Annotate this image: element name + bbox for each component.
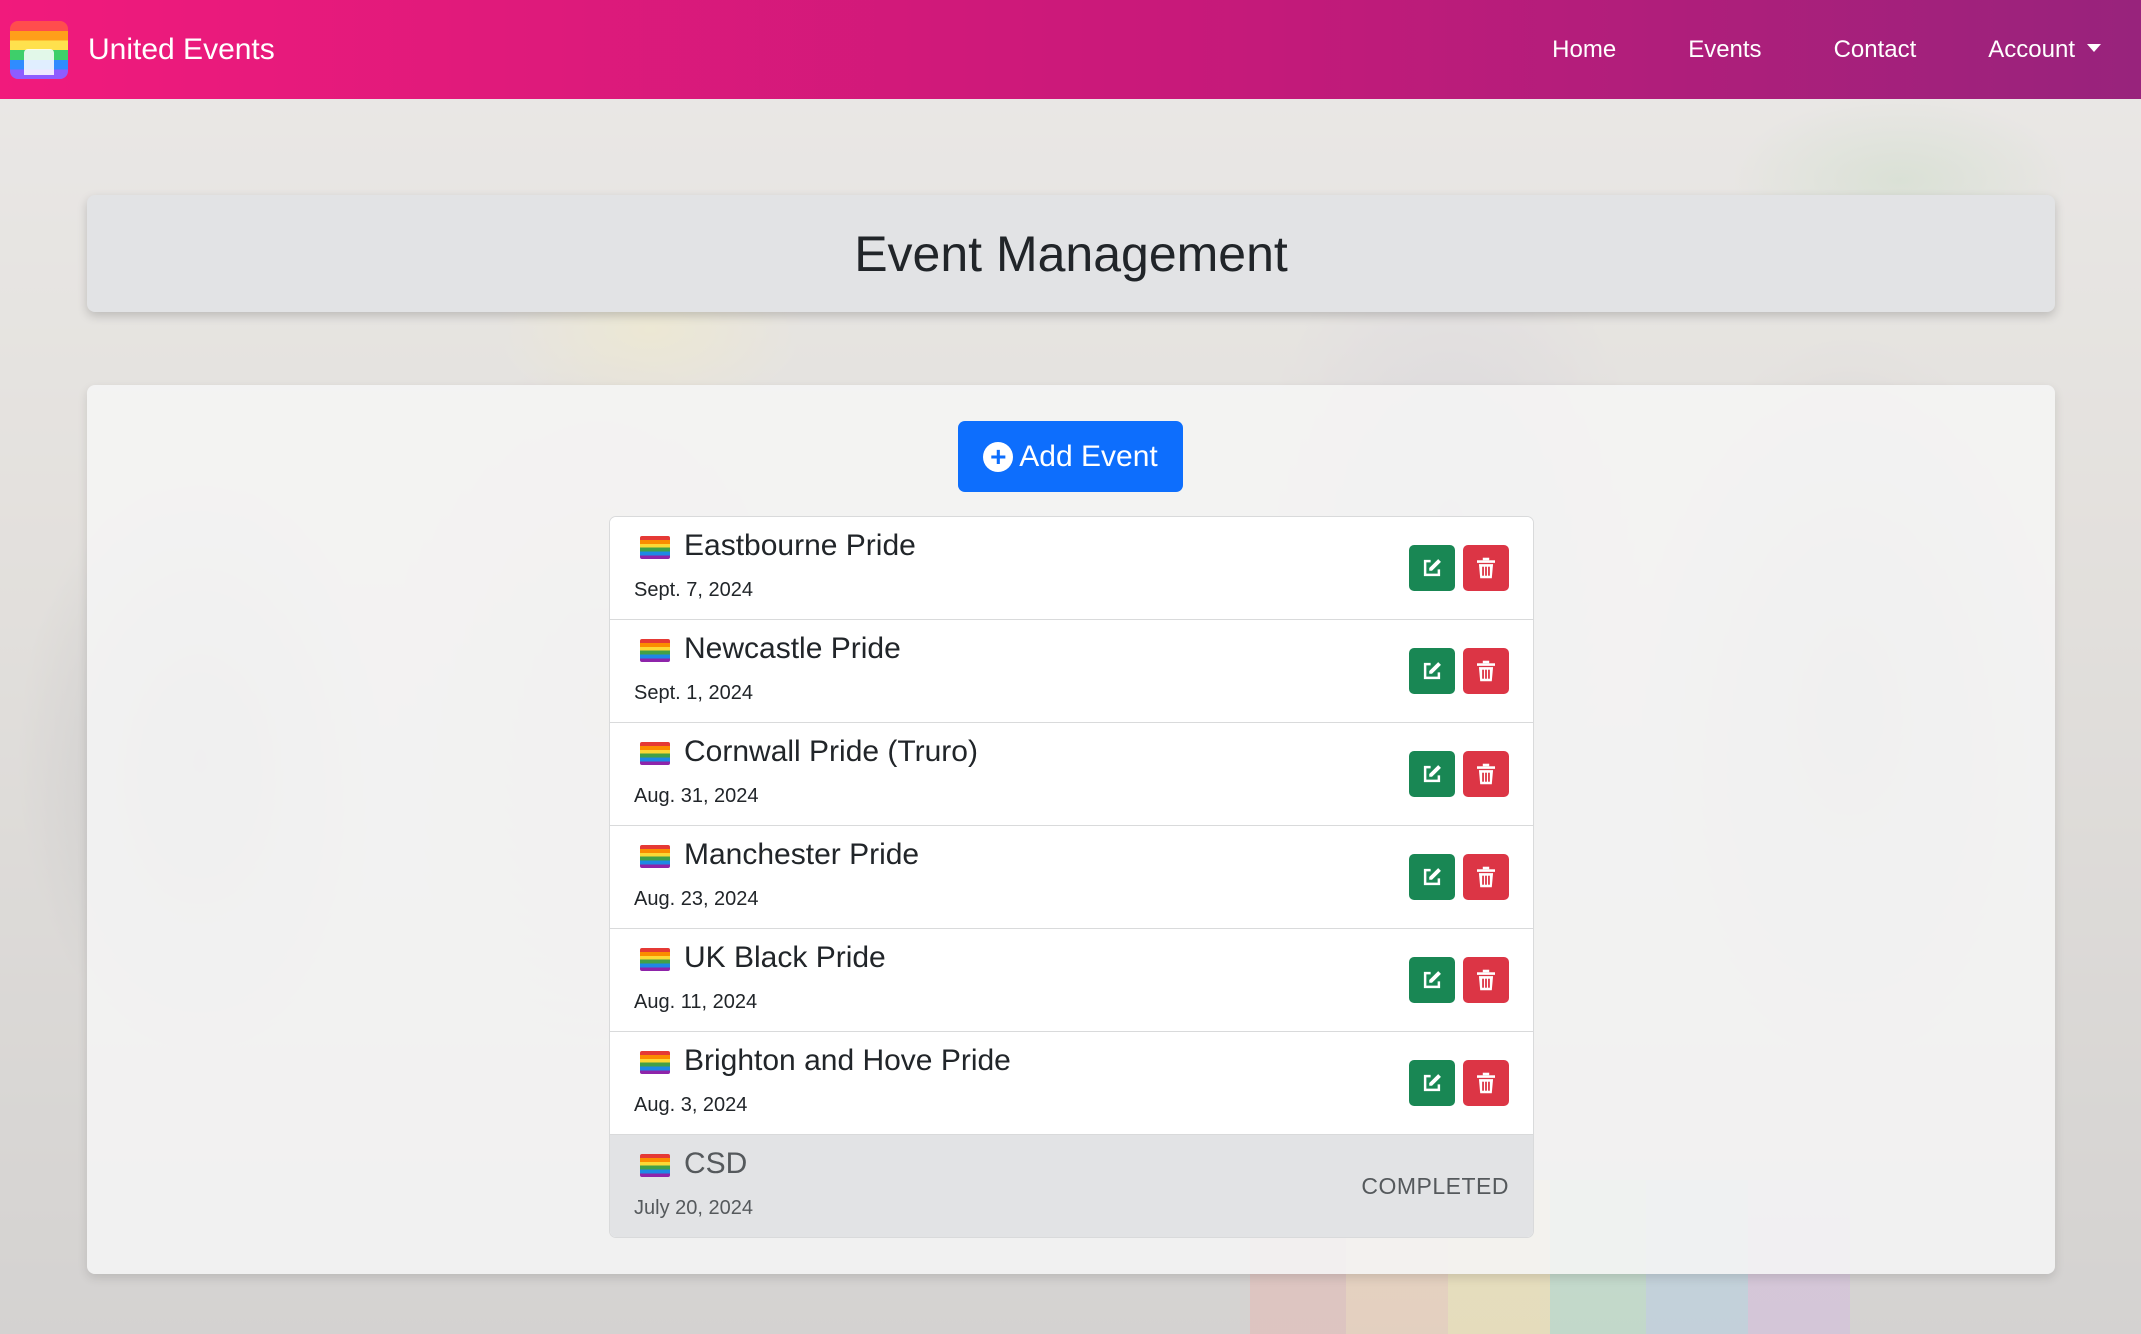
add-event-button[interactable]: + Add Event [958, 421, 1183, 492]
event-date: Aug. 3, 2024 [634, 1094, 748, 1116]
event-item: Eastbourne Pride Sept. 7, 2024 [610, 517, 1533, 620]
edit-event-button[interactable] [1409, 751, 1455, 797]
event-date: Sept. 1, 2024 [634, 682, 753, 704]
pencil-square-icon [1423, 662, 1441, 680]
page-header: Event Management [87, 195, 2055, 312]
event-title: CSD [684, 1147, 748, 1180]
trash-icon [1477, 660, 1495, 682]
rainbow-flag-icon [640, 1051, 670, 1074]
edit-event-button[interactable] [1409, 648, 1455, 694]
event-title: UK Black Pride [684, 941, 886, 974]
event-actions [1409, 545, 1509, 591]
page-title: Event Management [854, 225, 1288, 282]
status-badge: COMPLETED [1361, 1173, 1509, 1199]
edit-event-button[interactable] [1409, 1060, 1455, 1106]
pencil-square-icon [1423, 868, 1441, 886]
event-actions [1409, 957, 1509, 1003]
event-date: Sept. 7, 2024 [634, 579, 753, 601]
edit-event-button[interactable] [1409, 854, 1455, 900]
event-title: Newcastle Pride [684, 632, 901, 665]
event-actions [1409, 854, 1509, 900]
add-event-label: Add Event [1019, 439, 1158, 473]
event-item: Cornwall Pride (Truro) Aug. 31, 2024 [610, 723, 1533, 826]
brand-link[interactable]: United Events [10, 20, 275, 79]
event-item-completed: CSD July 20, 2024 COMPLETED [610, 1135, 1533, 1237]
navbar: United Events Home Events Contact Accoun… [0, 0, 2141, 99]
rainbow-flag-icon [640, 948, 670, 971]
nav-contact[interactable]: Contact [1834, 36, 1917, 64]
edit-event-button[interactable] [1409, 957, 1455, 1003]
nav-account-dropdown[interactable]: Account [1988, 36, 2101, 64]
rainbow-flag-icon [640, 536, 670, 559]
event-item: Brighton and Hove Pride Aug. 3, 2024 [610, 1032, 1533, 1135]
delete-event-button[interactable] [1463, 854, 1509, 900]
event-title: Manchester Pride [684, 838, 920, 871]
pencil-square-icon [1423, 971, 1441, 989]
trash-icon [1477, 969, 1495, 991]
event-date: Aug. 11, 2024 [634, 991, 758, 1013]
rainbow-flag-icon [640, 1154, 670, 1177]
event-item: Manchester Pride Aug. 23, 2024 [610, 826, 1533, 929]
pencil-square-icon [1423, 1074, 1441, 1092]
trash-icon [1477, 866, 1495, 888]
rainbow-flag-icon [640, 742, 670, 765]
trash-icon [1477, 1072, 1495, 1094]
rainbow-flag-icon [640, 639, 670, 662]
nav-account-label: Account [1988, 35, 2075, 63]
plus-circle-icon: + [983, 441, 1014, 472]
event-date: July 20, 2024 [634, 1197, 753, 1219]
nav-events[interactable]: Events [1688, 36, 1761, 64]
brand-name: United Events [88, 32, 275, 66]
event-title: Brighton and Hove Pride [684, 1044, 1011, 1077]
delete-event-button[interactable] [1463, 545, 1509, 591]
delete-event-button[interactable] [1463, 751, 1509, 797]
event-actions [1409, 751, 1509, 797]
caret-down-icon [2087, 43, 2101, 52]
delete-event-button[interactable] [1463, 957, 1509, 1003]
nav-home[interactable]: Home [1552, 36, 1616, 64]
event-title: Eastbourne Pride [684, 529, 916, 562]
pencil-square-icon [1423, 765, 1441, 783]
rainbow-flag-icon [640, 845, 670, 868]
delete-event-button[interactable] [1463, 1060, 1509, 1106]
event-list: Eastbourne Pride Sept. 7, 2024 Newcastle… [609, 516, 1534, 1238]
brand-logo-icon [10, 20, 68, 79]
event-item: Newcastle Pride Sept. 1, 2024 [610, 620, 1533, 723]
event-actions [1409, 1060, 1509, 1106]
nav-links: Home Events Contact Account [1480, 36, 2101, 64]
trash-icon [1477, 763, 1495, 785]
event-title: Cornwall Pride (Truro) [684, 735, 978, 768]
event-item: UK Black Pride Aug. 11, 2024 [610, 929, 1533, 1032]
edit-event-button[interactable] [1409, 545, 1455, 591]
delete-event-button[interactable] [1463, 648, 1509, 694]
event-actions [1409, 648, 1509, 694]
event-date: Aug. 23, 2024 [634, 888, 759, 910]
event-date: Aug. 31, 2024 [634, 785, 759, 807]
trash-icon [1477, 557, 1495, 579]
pencil-square-icon [1423, 559, 1441, 577]
